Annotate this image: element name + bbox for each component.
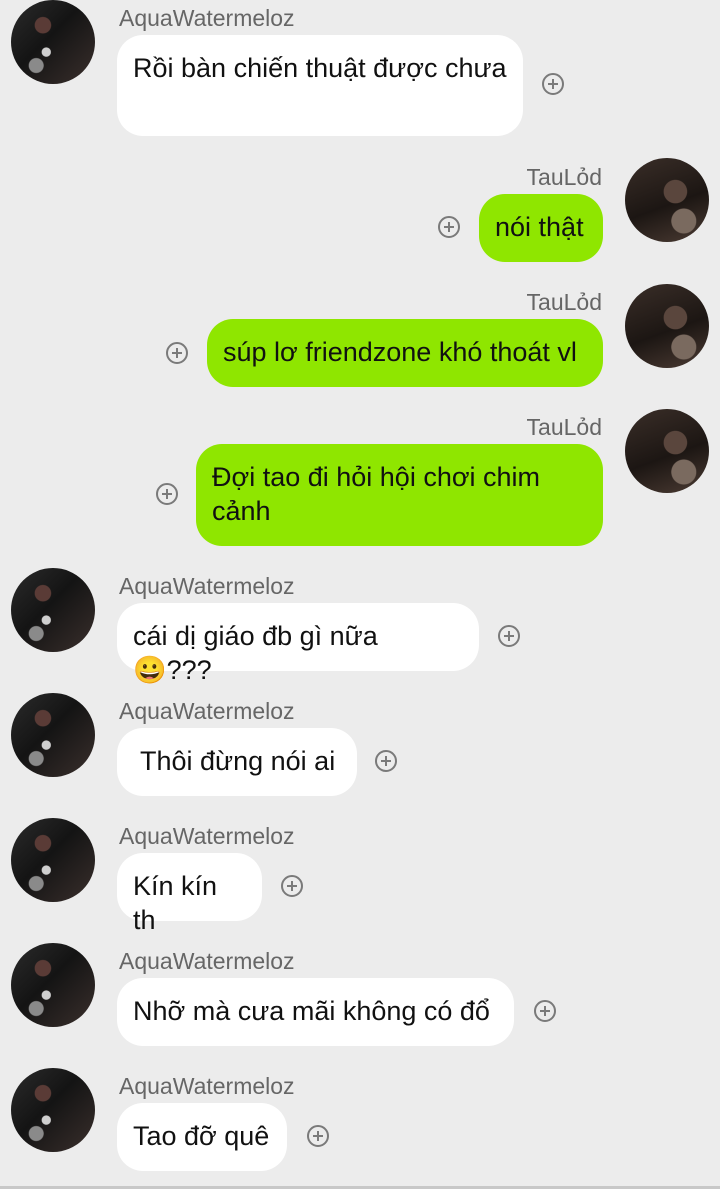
sender-avatar[interactable] xyxy=(11,693,95,777)
sender-avatar[interactable] xyxy=(625,409,709,493)
sender-name: AquaWatermeloz xyxy=(119,573,295,599)
add-reaction-icon[interactable] xyxy=(498,625,520,647)
sender-name: AquaWatermeloz xyxy=(119,823,295,849)
sender-name: TauLỏd xyxy=(526,164,602,190)
sender-avatar[interactable] xyxy=(11,818,95,902)
add-reaction-icon[interactable] xyxy=(438,216,460,238)
message-bubble[interactable]: Đợi tao đi hỏi hội chơi chim cảnh xyxy=(196,444,603,546)
sender-name: AquaWatermeloz xyxy=(119,1073,295,1099)
message-bubble[interactable]: Nhỡ mà cưa mãi không có đổ xyxy=(117,978,514,1046)
sender-name: AquaWatermeloz xyxy=(119,948,295,974)
message-bubble[interactable]: Kín kín th xyxy=(117,853,262,935)
sender-avatar[interactable] xyxy=(625,158,709,242)
sender-avatar[interactable] xyxy=(11,1068,95,1152)
message-bubble[interactable]: súp lơ friendzone khó thoát vl xyxy=(207,319,603,387)
sender-name: AquaWatermeloz xyxy=(119,5,295,31)
message-bubble[interactable]: Rồi bàn chiến thuật được chưa xyxy=(117,35,523,136)
message-bubble[interactable]: nói thật xyxy=(479,194,603,262)
sender-avatar[interactable] xyxy=(625,284,709,368)
sender-name: AquaWatermeloz xyxy=(119,698,295,724)
sender-name: TauLỏd xyxy=(526,414,602,440)
sender-avatar[interactable] xyxy=(11,0,95,84)
add-reaction-icon[interactable] xyxy=(534,1000,556,1022)
message-bubble[interactable]: Tao đỡ quê xyxy=(117,1103,287,1171)
message-bubble[interactable]: cái dị giáo đb gì nữa 😀??? xyxy=(117,603,479,685)
add-reaction-icon[interactable] xyxy=(156,483,178,505)
add-reaction-icon[interactable] xyxy=(375,750,397,772)
sender-avatar[interactable] xyxy=(11,568,95,652)
sender-name: TauLỏd xyxy=(526,289,602,315)
add-reaction-icon[interactable] xyxy=(542,73,564,95)
add-reaction-icon[interactable] xyxy=(307,1125,329,1147)
add-reaction-icon[interactable] xyxy=(281,875,303,897)
message-bubble[interactable]: Thôi đừng nói ai xyxy=(117,728,357,796)
add-reaction-icon[interactable] xyxy=(166,342,188,364)
sender-avatar[interactable] xyxy=(11,943,95,1027)
